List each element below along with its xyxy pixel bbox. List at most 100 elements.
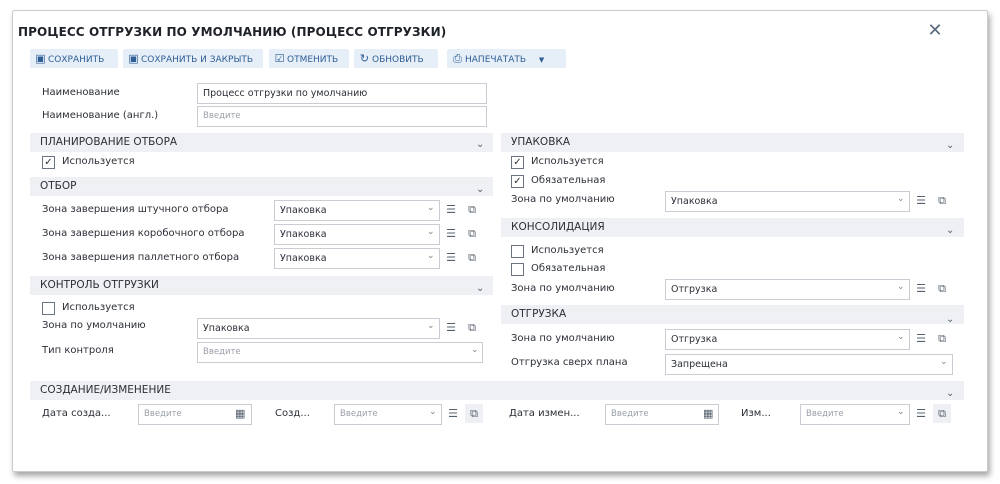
modified-by-select[interactable]: Введите — [800, 404, 910, 425]
chevron-down-icon[interactable]: ⌄ — [427, 227, 435, 237]
created-by-select[interactable]: Введите — [334, 404, 442, 425]
consolidation-zone-label: Зона по умолчанию — [511, 283, 615, 294]
shipment-zone-label: Зона по умолчанию — [511, 333, 615, 344]
copy-icon[interactable]: ⧉ — [933, 279, 951, 298]
packing-used-checkbox[interactable]: ✓ — [511, 156, 524, 169]
section-shipping-control[interactable]: КОНТРОЛЬ ОТГРУЗКИ — [30, 276, 493, 295]
packing-zone-select[interactable]: Упаковка — [665, 191, 910, 212]
shipment-zone-select[interactable]: Отгрузка — [665, 329, 910, 350]
printer-icon: ⎙ — [453, 52, 462, 65]
close-icon[interactable]: ✕ — [926, 22, 944, 40]
section-picking-planning[interactable]: ПЛАНИРОВАНИЕ ОТБОРА — [30, 133, 493, 152]
picking-planning-used-checkbox[interactable]: ✓ — [42, 156, 55, 169]
picking-zone-select[interactable]: Упаковка — [274, 248, 440, 269]
list-icon[interactable]: ☰ — [912, 279, 930, 298]
copy-icon[interactable]: ⧉ — [463, 248, 481, 267]
shipping-control-zone-label: Зона по умолчанию — [42, 320, 146, 331]
list-icon[interactable]: ☰ — [442, 248, 460, 267]
print-dropdown-icon[interactable]: ▼ — [539, 56, 544, 64]
list-icon[interactable]: ☰ — [442, 224, 460, 243]
chevron-down-icon[interactable]: ⌄ — [940, 357, 948, 367]
chevron-down-icon[interactable]: ⌄ — [429, 407, 437, 417]
consolidation-required-checkbox[interactable] — [511, 263, 524, 276]
chevron-down-icon[interactable]: ⌄ — [946, 384, 954, 403]
shipment-over-plan-label: Отгрузка сверх плана — [511, 357, 628, 368]
copy-icon[interactable]: ⧉ — [933, 404, 951, 423]
list-icon[interactable]: ☰ — [912, 404, 930, 423]
chevron-down-icon[interactable]: ⌄ — [471, 345, 479, 355]
chevron-down-icon[interactable]: ⌄ — [427, 321, 435, 331]
shipping-control-used-label: Используется — [62, 302, 135, 313]
packing-required-checkbox[interactable]: ✓ — [511, 175, 524, 188]
refresh-button[interactable]: ↻ ОБНОВИТЬ — [354, 49, 438, 68]
chevron-down-icon[interactable]: ⌄ — [427, 251, 435, 261]
name-label: Наименование — [42, 87, 120, 98]
cancel-icon: ☑ — [274, 52, 285, 65]
chevron-down-icon[interactable]: ⌄ — [897, 407, 905, 417]
picking-row-label: Зона завершения коробочного отбора — [42, 228, 245, 239]
section-picking[interactable]: ОТБОР — [30, 177, 493, 196]
shipping-control-type-label: Тип контроля — [42, 345, 114, 356]
copy-icon[interactable]: ⧉ — [463, 224, 481, 243]
section-consolidation[interactable]: КОНСОЛИДАЦИЯ — [501, 218, 964, 237]
calendar-icon[interactable]: ▦ — [703, 407, 713, 420]
picking-row-label: Зона завершения паллетного отбора — [42, 252, 240, 263]
copy-icon[interactable]: ⧉ — [463, 318, 481, 337]
copy-icon[interactable]: ⧉ — [465, 404, 483, 423]
picking-zone-select[interactable]: Упаковка — [274, 224, 440, 245]
save-close-button[interactable]: ▣ СОХРАНИТЬ И ЗАКРЫТЬ — [123, 49, 263, 68]
name-en-label: Наименование (англ.) — [42, 110, 159, 121]
dialog-title: ПРОЦЕСС ОТГРУЗКИ ПО УМОЛЧАНИЮ (ПРОЦЕСС О… — [18, 25, 447, 39]
save-icon: ▣ — [35, 52, 46, 65]
picking-row-label: Зона завершения штучного отбора — [42, 204, 229, 215]
list-icon[interactable]: ☰ — [442, 318, 460, 337]
calendar-icon[interactable]: ▦ — [235, 407, 245, 420]
chevron-down-icon[interactable]: ⌄ — [946, 221, 954, 240]
save-button[interactable]: ▣ СОХРАНИТЬ — [30, 49, 118, 68]
packing-required-label: Обязательная — [531, 175, 606, 186]
list-icon[interactable]: ☰ — [444, 404, 462, 423]
list-icon[interactable]: ☰ — [442, 200, 460, 219]
created-date-label: Дата созда... — [42, 408, 111, 419]
modified-date-label: Дата измен... — [509, 408, 580, 419]
chevron-down-icon[interactable]: ⌄ — [897, 282, 905, 292]
section-audit[interactable]: СОЗДАНИЕ/ИЗМЕНЕНИЕ — [30, 381, 964, 400]
list-icon[interactable]: ☰ — [912, 191, 930, 210]
chevron-down-icon[interactable]: ⌄ — [427, 203, 435, 213]
shipping-control-used-checkbox[interactable] — [42, 302, 55, 315]
chevron-down-icon[interactable]: ⌄ — [946, 310, 954, 329]
print-button[interactable]: ⎙ НАПЕЧАТАТЬ ▼ — [447, 49, 566, 68]
list-icon[interactable]: ☰ — [912, 329, 930, 348]
picking-planning-used-label: Используется — [62, 156, 135, 167]
chevron-down-icon[interactable]: ⌄ — [476, 279, 484, 298]
created-by-label: Созд... — [275, 408, 310, 419]
copy-icon[interactable]: ⧉ — [463, 200, 481, 219]
name-input[interactable]: Процесс отгрузки по умолчанию — [197, 83, 487, 104]
consolidation-used-checkbox[interactable] — [511, 245, 524, 258]
packing-zone-label: Зона по умолчанию — [511, 194, 615, 205]
copy-icon[interactable]: ⧉ — [933, 191, 951, 210]
section-packing[interactable]: УПАКОВКА — [501, 133, 964, 152]
name-en-input[interactable]: Введите — [197, 106, 487, 127]
refresh-icon: ↻ — [359, 52, 370, 65]
chevron-down-icon[interactable]: ⌄ — [897, 332, 905, 342]
chevron-down-icon[interactable]: ⌄ — [897, 194, 905, 204]
chevron-down-icon[interactable]: ⌄ — [476, 180, 484, 199]
section-shipment[interactable]: ОТГРУЗКА — [501, 305, 964, 324]
chevron-down-icon[interactable]: ⌄ — [476, 135, 484, 154]
dialog — [12, 10, 988, 472]
copy-icon[interactable]: ⧉ — [933, 329, 951, 348]
shipping-control-zone-select[interactable]: Упаковка — [197, 318, 440, 339]
shipment-over-plan-select[interactable]: Запрещена — [665, 354, 953, 375]
modified-date-input[interactable]: Введите — [605, 404, 719, 425]
chevron-down-icon[interactable]: ⌄ — [946, 136, 954, 155]
consolidation-used-label: Используется — [531, 245, 604, 256]
shipping-control-type-select[interactable]: Введите — [197, 342, 483, 363]
packing-used-label: Используется — [531, 156, 604, 167]
consolidation-required-label: Обязательная — [531, 263, 606, 274]
modified-by-label: Изм... — [741, 408, 771, 419]
picking-zone-select[interactable]: Упаковка — [274, 200, 440, 221]
consolidation-zone-select[interactable]: Отгрузка — [665, 279, 910, 300]
save-close-icon: ▣ — [128, 52, 139, 65]
cancel-button[interactable]: ☑ ОТМЕНИТЬ — [269, 49, 349, 68]
